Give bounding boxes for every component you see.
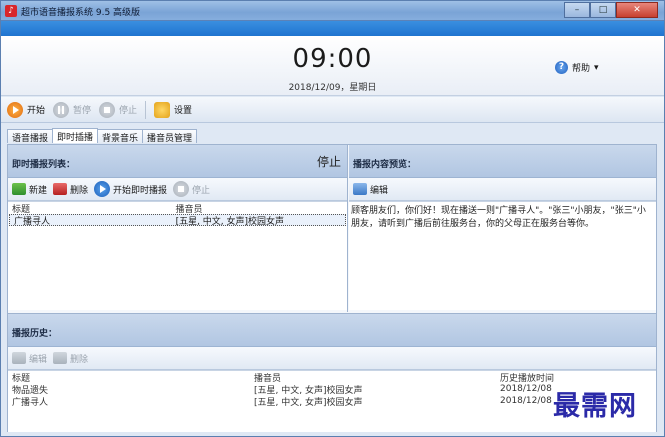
history-panel-title: 播报历史：: [12, 329, 58, 339]
app-logo-icon: ♪: [5, 5, 17, 17]
preview-panel: 播报内容预览： 编辑 顾客朋友们，你们好！现在播送一则"广播寻人"。"张三"小朋…: [349, 145, 656, 312]
new-label: 新建: [29, 185, 48, 196]
preview-toolbar: 编辑: [349, 178, 656, 201]
title-bar[interactable]: ♪ 超市语音播报系统 9.5 高级版 – □ ✕: [1, 1, 664, 21]
play-icon: [94, 181, 111, 197]
list-header: 标题 播音员: [8, 202, 347, 215]
settings-icon: [154, 101, 171, 118]
stop-instant-label: 停止: [192, 185, 211, 196]
stop-button[interactable]: 停止: [99, 101, 138, 118]
history-delete-button[interactable]: 删除: [53, 352, 88, 365]
help-menu[interactable]: ? 帮助 ▾: [555, 61, 599, 74]
tab-instant-insert[interactable]: 即时插播: [52, 128, 99, 143]
preview-panel-header: 播报内容预览：: [349, 145, 656, 178]
settings-button[interactable]: 设置: [154, 101, 193, 118]
edit-label: 编辑: [370, 185, 389, 196]
chevron-down-icon: ▾: [594, 62, 599, 73]
accent-strip: [1, 21, 664, 36]
stop-icon: [99, 101, 116, 118]
history-header: 标题 播音员 历史播放时间: [8, 371, 656, 384]
preview-text: 顾客朋友们，你们好！现在播送一则"广播寻人"。"张三"小朋友，"张三"小朋友，请…: [349, 201, 656, 310]
close-button[interactable]: ✕: [616, 2, 658, 18]
watermark: 最需网: [553, 391, 637, 422]
maximize-button[interactable]: □: [590, 2, 616, 18]
tab-background-music[interactable]: 背景音乐: [97, 129, 144, 144]
item-announcer: [五星, 中文, 女声]校园女声: [175, 216, 285, 227]
history-edit-label: 编辑: [29, 354, 48, 365]
history-panel-header: 播报历史：: [8, 314, 656, 347]
list-item[interactable]: 广播寻人 [五星, 中文, 女声]校园女声: [9, 214, 346, 227]
main-toolbar: 开始 暂停 停止 设置: [1, 97, 664, 123]
instant-toolbar: 新建 删除 开始即时播报 停止: [8, 178, 347, 201]
instant-list[interactable]: 标题 播音员 广播寻人 [五星, 中文, 女声]校园女声: [8, 201, 347, 310]
row-announcer: [五星, 中文, 女声]校园女声: [254, 397, 363, 408]
tab-announcer-management[interactable]: 播音员管理: [142, 129, 198, 144]
tab-bar: 语音播报 即时插播 背景音乐 播音员管理: [7, 128, 198, 144]
settings-label: 设置: [174, 106, 193, 116]
instant-panel-header: 即时播报列表： 停止: [8, 145, 347, 178]
add-icon: [12, 183, 26, 195]
history-edit-button[interactable]: 编辑: [12, 352, 47, 365]
preview-panel-title: 播报内容预览：: [353, 160, 417, 170]
clock-header: 09:00 2018/12/09，星期日 ? 帮助 ▾: [1, 36, 664, 96]
pause-button[interactable]: 暂停: [53, 101, 92, 118]
stop-label: 停止: [119, 106, 138, 116]
edit-button[interactable]: 编辑: [353, 183, 388, 196]
new-button[interactable]: 新建: [12, 183, 47, 196]
edit-icon: [12, 352, 26, 364]
delete-icon: [53, 183, 68, 195]
minimize-button[interactable]: –: [564, 2, 590, 18]
status-badge: 停止: [316, 155, 341, 169]
stop-instant-button[interactable]: 停止: [173, 181, 210, 197]
start-label: 开始: [27, 106, 46, 116]
delete-button[interactable]: 删除: [53, 183, 88, 196]
instant-panel: 即时播报列表： 停止 新建 删除 开始即时播报 停止 标题 播音员 广播寻人 […: [8, 145, 348, 312]
pause-label: 暂停: [73, 106, 92, 116]
start-instant-button[interactable]: 开始即时播报: [94, 181, 167, 197]
history-toolbar: 编辑 删除: [8, 347, 656, 370]
pause-icon: [53, 101, 70, 118]
clock-date: 2018/12/09，星期日: [288, 83, 377, 93]
app-window: ♪ 超市语音播报系统 9.5 高级版 – □ ✕ 09:00 2018/12/0…: [0, 0, 665, 437]
help-icon: ?: [555, 61, 568, 74]
start-instant-label: 开始即时播报: [113, 185, 168, 196]
delete-label: 删除: [70, 185, 89, 196]
start-button[interactable]: 开始: [7, 101, 46, 118]
tab-voice-broadcast[interactable]: 语音播报: [7, 129, 54, 144]
column-played-time[interactable]: 历史播放时间: [500, 371, 650, 384]
history-delete-label: 删除: [70, 354, 89, 365]
row-title: 广播寻人: [12, 397, 49, 408]
item-title: 广播寻人: [14, 216, 51, 227]
window-title: 超市语音播报系统 9.5 高级版: [21, 8, 141, 18]
instant-panel-title: 即时播报列表：: [12, 160, 76, 170]
edit-icon: [353, 183, 367, 195]
delete-icon: [53, 352, 68, 364]
stop-icon: [173, 181, 190, 197]
toolbar-divider: [145, 100, 147, 119]
play-icon: [7, 101, 23, 118]
help-label: 帮助: [572, 64, 591, 74]
